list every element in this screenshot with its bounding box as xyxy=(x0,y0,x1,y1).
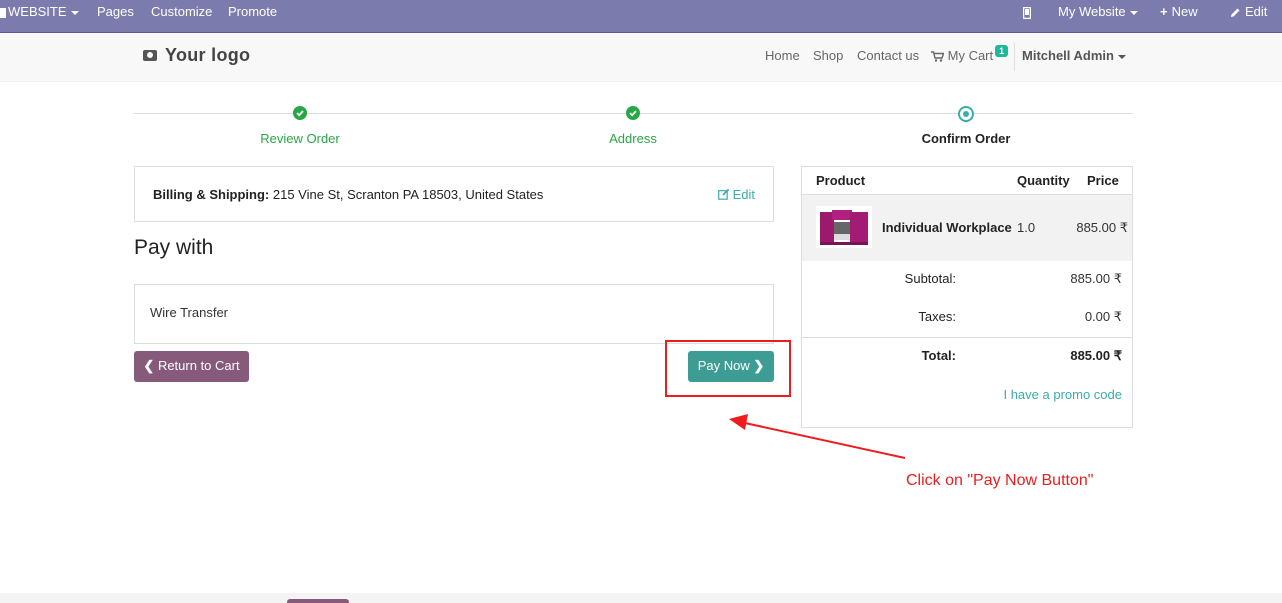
website-menu[interactable]: WEBSITE xyxy=(0,0,79,24)
billing-address: 215 Vine St, Scranton PA 18503, United S… xyxy=(269,187,544,202)
billing-label: Billing & Shipping: xyxy=(153,187,270,202)
step-check-icon xyxy=(626,106,640,120)
pay-with-heading: Pay with xyxy=(134,236,214,259)
cart-count-badge: 1 xyxy=(995,45,1009,57)
subtotal-value: 885.00 ₹ xyxy=(1070,271,1122,286)
step-current-icon xyxy=(958,106,974,122)
taxes-value: 0.00 ₹ xyxy=(1084,309,1122,324)
total-value: 885.00 ₹ xyxy=(1070,348,1122,363)
nav-cart[interactable]: My Cart 1 xyxy=(931,45,1009,63)
nav-divider xyxy=(1014,43,1015,71)
shopping-cart-icon xyxy=(931,51,945,62)
admin-bar: WEBSITE Pages Customize Promote My Websi… xyxy=(0,0,1282,32)
nav-home[interactable]: Home xyxy=(765,48,800,63)
product-name[interactable]: Individual Workplace xyxy=(882,220,1012,235)
step-check-icon xyxy=(293,106,307,120)
customize-menu[interactable]: Customize xyxy=(151,0,212,24)
mobile-icon xyxy=(1022,6,1032,19)
edit-page-button[interactable]: Edit xyxy=(1230,0,1267,24)
promote-menu[interactable]: Promote xyxy=(228,0,277,24)
caret-down-icon xyxy=(1117,54,1126,59)
user-menu[interactable]: Mitchell Admin xyxy=(1022,48,1126,63)
mobile-preview-button[interactable] xyxy=(1022,0,1032,24)
col-product: Product xyxy=(816,173,866,188)
taxes-label: Taxes: xyxy=(918,309,956,324)
product-price: 885.00 ₹ xyxy=(1076,220,1128,235)
col-price: Price xyxy=(1087,173,1119,188)
total-divider xyxy=(802,337,1132,338)
apps-icon xyxy=(0,7,6,18)
payment-method-label: Wire Transfer xyxy=(150,305,229,320)
plus-icon: + xyxy=(1160,4,1168,19)
step-review-order[interactable]: Review Order xyxy=(220,131,380,146)
camera-icon xyxy=(143,50,157,61)
new-button[interactable]: + New xyxy=(1160,0,1198,24)
col-quantity: Quantity xyxy=(1017,173,1070,188)
pay-now-highlight-box xyxy=(665,340,791,397)
footer-button[interactable] xyxy=(287,599,349,603)
order-summary: Product Quantity Price Individual Workpl… xyxy=(801,166,1133,428)
step-address[interactable]: Address xyxy=(553,131,713,146)
promo-code-link[interactable]: I have a promo code xyxy=(1003,387,1122,402)
step-confirm-order: Confirm Order xyxy=(921,131,1011,146)
edit-address-link[interactable]: Edit xyxy=(717,187,755,202)
my-website-menu[interactable]: My Website xyxy=(1058,0,1138,24)
pencil-icon xyxy=(1231,8,1240,18)
billing-shipping-box: Billing & Shipping: 215 Vine St, Scranto… xyxy=(134,166,774,222)
subtotal-label: Subtotal: xyxy=(904,271,956,286)
nav-shop[interactable]: Shop xyxy=(813,48,843,63)
footer-strip xyxy=(0,593,1282,603)
caret-down-icon xyxy=(70,10,79,15)
site-header: Your logo Home Shop Contact us My Cart 1 … xyxy=(0,33,1282,82)
site-logo[interactable]: Your logo xyxy=(143,45,250,66)
pages-menu[interactable]: Pages xyxy=(97,0,134,24)
product-quantity: 1.0 xyxy=(1017,220,1036,235)
edit-icon xyxy=(717,188,729,200)
payment-method-option[interactable]: Wire Transfer xyxy=(134,284,774,344)
total-label: Total: xyxy=(921,348,956,363)
annotation-text: Click on "Pay Now Button" xyxy=(906,472,1094,489)
chevron-left-icon: ❮ xyxy=(143,358,155,373)
product-image xyxy=(816,206,872,248)
nav-contact[interactable]: Contact us xyxy=(857,48,919,63)
return-to-cart-button[interactable]: ❮ Return to Cart xyxy=(134,351,249,382)
caret-down-icon xyxy=(1129,10,1138,15)
